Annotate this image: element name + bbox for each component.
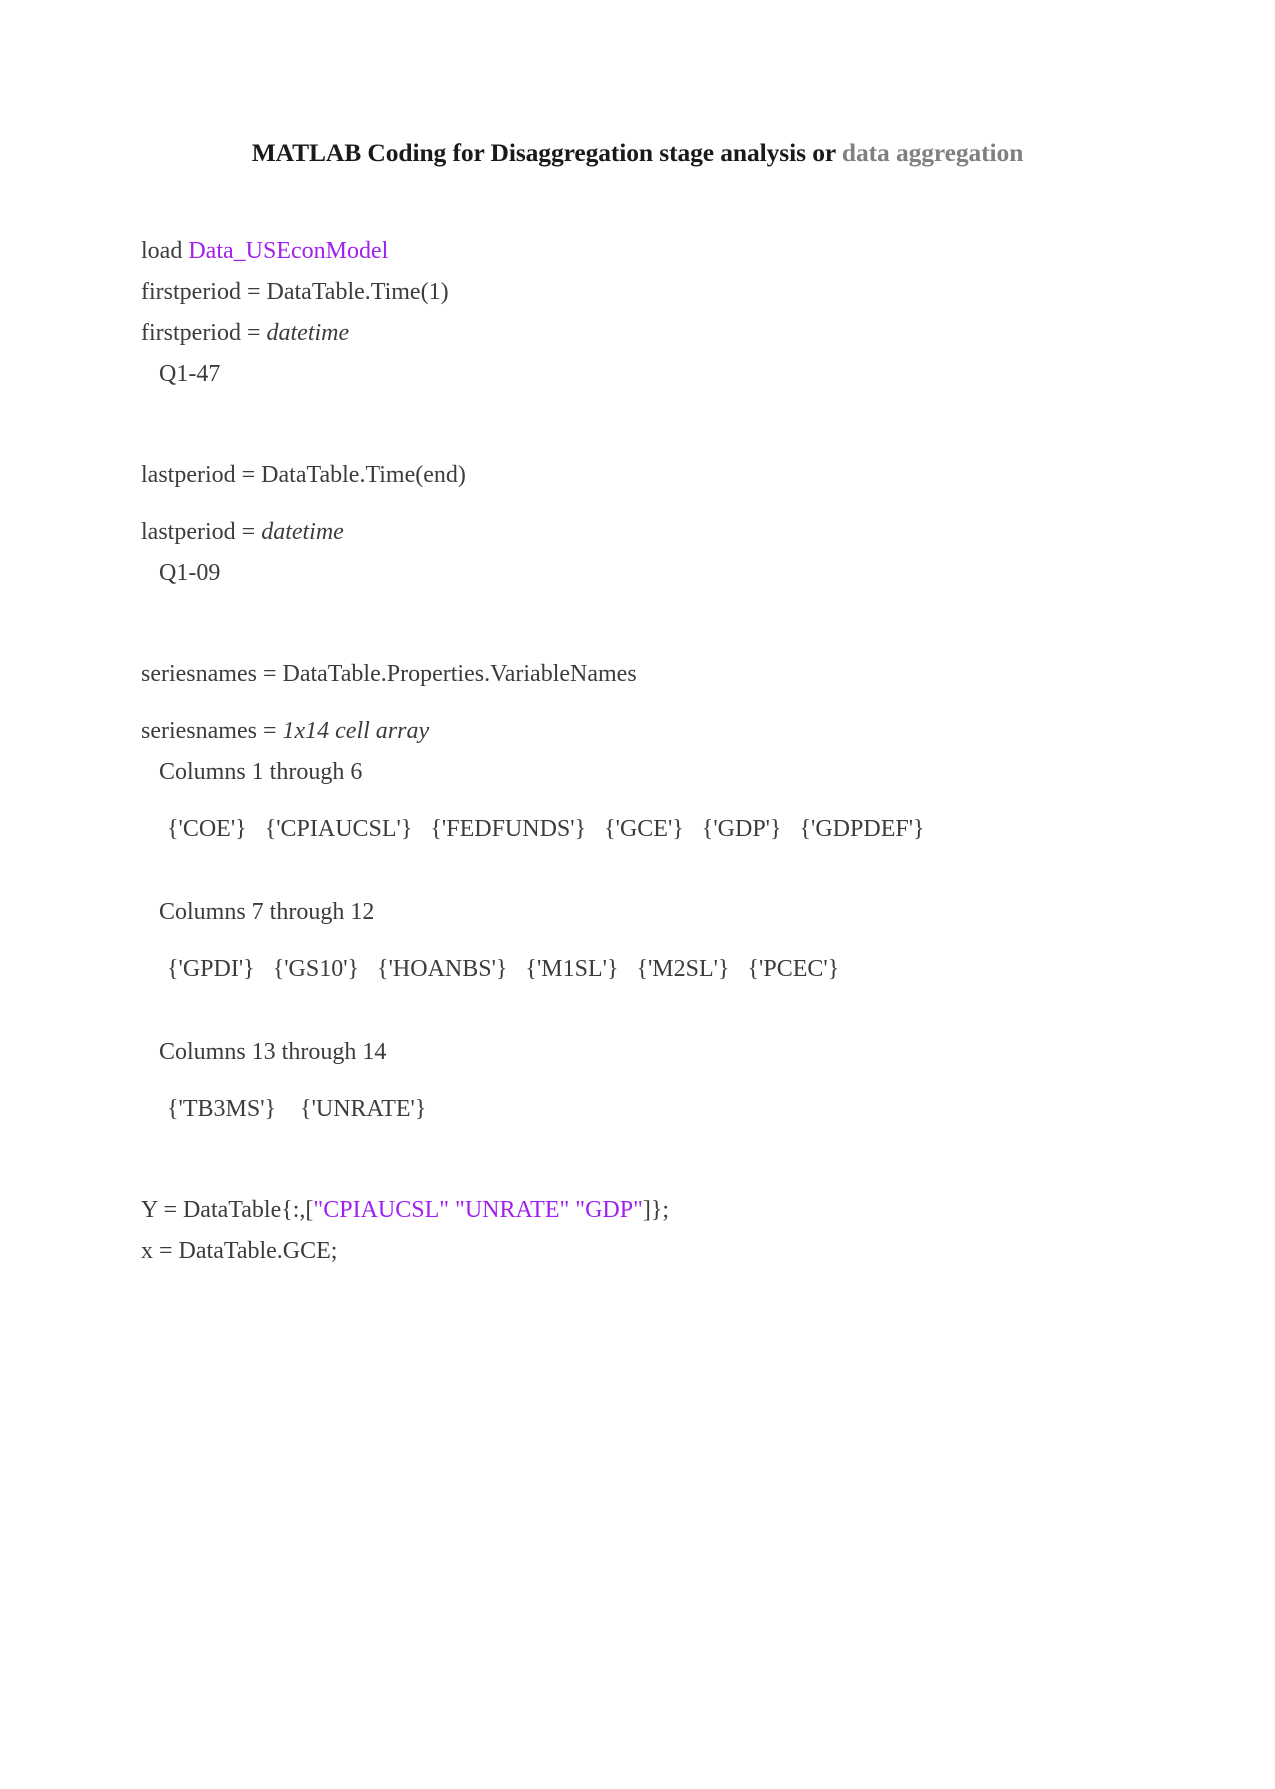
columns-header-1: Columns 1 through 6 (159, 758, 363, 785)
page-title: MATLAB Coding for Disaggregation stage a… (150, 138, 1125, 169)
code-line-x-assign: x = DataTable.GCE; (141, 1237, 338, 1264)
spacer-cells-3 (141, 1073, 1175, 1089)
columns-cells-1: {'COE'} {'CPIAUCSL'} {'FEDFUNDS'} {'GCE'… (167, 815, 925, 842)
code-line-y-assign: Y = DataTable{:,["CPIAUCSL" "UNRATE" "GD… (141, 1190, 1175, 1231)
spacer-lastperiod (141, 496, 1175, 512)
lastperiod-result-type: datetime (261, 518, 344, 545)
columns-header-3: Columns 13 through 14 (159, 1038, 387, 1065)
spacer-seriesnames (141, 695, 1175, 711)
spacer-group-2-3 (141, 990, 1175, 1032)
code-line-seriesnames-call: seriesnames = DataTable.Properties.Varia… (141, 660, 637, 687)
code-listing: load Data_USEconModel firstperiod = Data… (0, 231, 1275, 1272)
code-line-load: load Data_USEconModel (141, 231, 1175, 272)
code-line-lastperiod-value: Q1-09 (159, 559, 221, 586)
spacer-group-1-2 (141, 850, 1175, 892)
code-line-firstperiod-call: firstperiod = DataTable.Time(1) (141, 278, 449, 305)
load-keyword: load (141, 237, 189, 264)
y-assign-suffix: ]}; (642, 1196, 670, 1223)
spacer-cells-1 (141, 793, 1175, 809)
code-line-firstperiod-value: Q1-47 (159, 360, 221, 387)
spacer-before-y-assign (141, 1130, 1175, 1190)
firstperiod-result-label: firstperiod = (141, 319, 267, 346)
code-line-firstperiod-result: firstperiod = datetime (141, 313, 1175, 354)
page-title-main: MATLAB Coding for Disaggregation stage a… (251, 138, 842, 167)
columns-cells-2: {'GPDI'} {'GS10'} {'HOANBS'} {'M1SL'} {'… (167, 955, 840, 982)
lastperiod-result-label: lastperiod = (141, 518, 262, 545)
y-assign-prefix: Y = DataTable{:,[ (141, 1196, 314, 1223)
spacer-after-lastperiod (141, 594, 1175, 654)
spacer-cells-2 (141, 933, 1175, 949)
seriesnames-result-type: 1x14 cell array (282, 717, 430, 744)
load-dataset-name: Data_USEconModel (188, 237, 389, 264)
code-line-lastperiod-result: lastperiod = datetime (141, 512, 1175, 553)
code-line-seriesnames-result: seriesnames = 1x14 cell array (141, 711, 1175, 752)
title-block: MATLAB Coding for Disaggregation stage a… (0, 138, 1275, 169)
columns-header-2: Columns 7 through 12 (159, 898, 375, 925)
code-line-lastperiod-call: lastperiod = DataTable.Time(end) (141, 461, 466, 488)
y-assign-strings: "CPIAUCSL" "UNRATE" "GDP" (313, 1196, 643, 1223)
page-title-accent: data aggregation (841, 138, 1024, 167)
firstperiod-result-type: datetime (266, 319, 350, 346)
columns-cells-3: {'TB3MS'} {'UNRATE'} (167, 1095, 427, 1122)
document-page: MATLAB Coding for Disaggregation stage a… (0, 138, 1275, 1789)
seriesnames-result-label: seriesnames = (141, 717, 283, 744)
spacer-after-firstperiod (141, 395, 1175, 455)
